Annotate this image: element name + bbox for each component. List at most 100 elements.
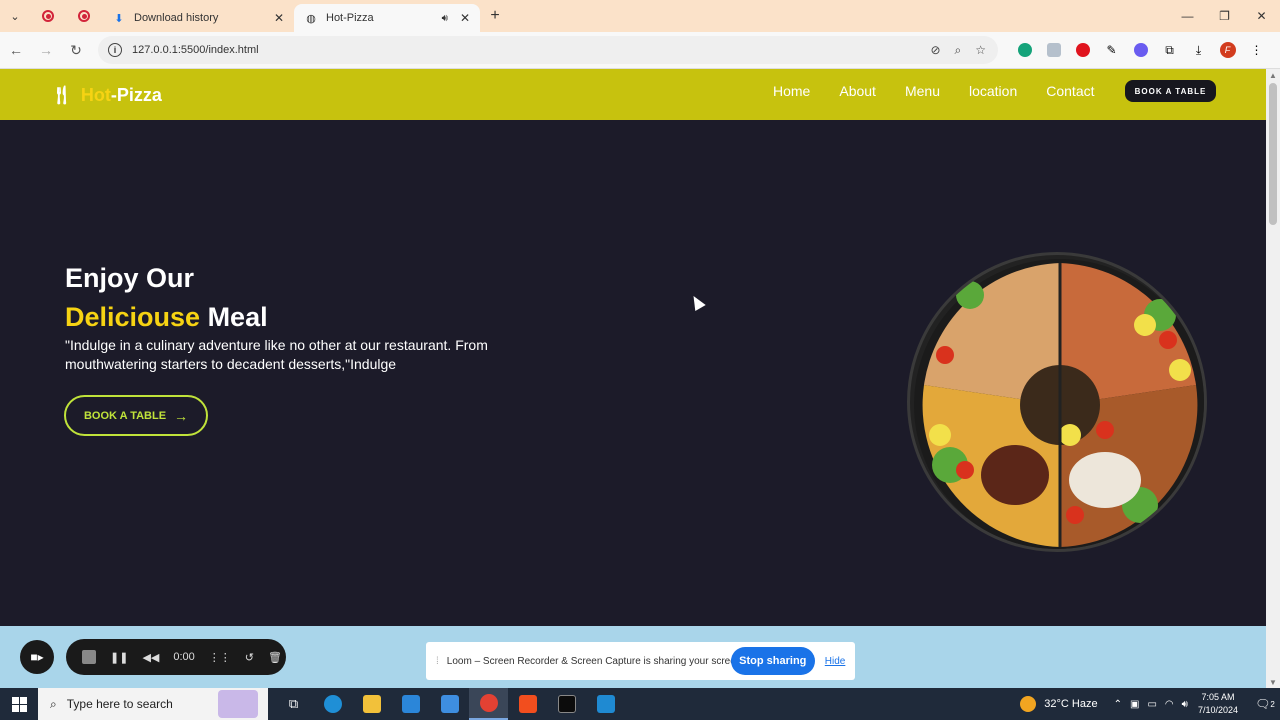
clock-date: 7/10/2024 xyxy=(1197,705,1238,715)
downloads-icon[interactable]: ⤓ xyxy=(1184,36,1213,64)
tab-download-history[interactable]: ⬇ Download history ✕ xyxy=(102,4,294,32)
mail-app[interactable] xyxy=(391,688,430,720)
scroll-down-arrow[interactable]: ▼ xyxy=(1269,678,1277,687)
shield-icon[interactable] xyxy=(1039,36,1068,64)
trash-icon[interactable]: 🗑︎ xyxy=(268,651,282,664)
nav-home[interactable]: Home xyxy=(773,81,810,101)
zoom-icon[interactable]: ⌕ xyxy=(955,43,962,58)
website-viewport: 🍴︎ Hot -Pizza Home About Menu location C… xyxy=(0,69,1266,626)
taskbar-apps: ⧉ xyxy=(274,688,625,720)
hide-notice-link[interactable]: Hide xyxy=(825,656,846,667)
hero-book-table-button[interactable]: BOOK A TABLE → xyxy=(64,395,208,436)
camera-toggle-button[interactable]: ■▸ xyxy=(20,640,54,674)
food-platter-image xyxy=(907,252,1207,552)
pinned-tab-recording-1[interactable] xyxy=(30,0,66,32)
vscode-app[interactable] xyxy=(586,688,625,720)
tab-hot-pizza[interactable]: ◍ Hot-Pizza 🔊︎ ✕ xyxy=(294,4,480,32)
speaker-icon[interactable]: 🔊︎ xyxy=(442,13,448,24)
site-header: 🍴︎ Hot -Pizza Home About Menu location C… xyxy=(0,69,1266,120)
nav-menu[interactable]: Menu xyxy=(905,81,940,101)
extensions-bar: ✎ ⧉ ⤓ F ⋮ xyxy=(1010,36,1271,64)
nav-about[interactable]: About xyxy=(839,81,876,101)
site-info-icon[interactable]: i xyxy=(108,43,122,57)
chevron-up-icon[interactable]: ⌃ xyxy=(1114,699,1122,710)
hero-description: "Indulge in a culinary adventure like no… xyxy=(65,337,488,372)
header-book-table-button[interactable]: BOOK A TABLE xyxy=(1125,80,1216,102)
site-logo[interactable]: 🍴︎ Hot -Pizza xyxy=(50,85,162,106)
drag-handle-icon[interactable]: ⁞ xyxy=(436,656,439,667)
store-app[interactable] xyxy=(430,688,469,720)
stop-sharing-button[interactable]: Stop sharing xyxy=(730,647,815,675)
start-button[interactable] xyxy=(0,688,38,720)
grammarly-icon[interactable] xyxy=(1010,36,1039,64)
back-button[interactable]: ← xyxy=(2,36,30,64)
folder-icon xyxy=(362,695,381,713)
file-explorer-app[interactable] xyxy=(352,688,391,720)
minimize-button[interactable]: — xyxy=(1169,0,1206,32)
tray-icons: ⌃ ▣ ▭ ◠ 🔊︎ xyxy=(1114,699,1188,710)
terminal-icon xyxy=(557,695,576,713)
pause-button[interactable]: ❚❚ xyxy=(110,651,128,664)
reload-button[interactable]: ↻ xyxy=(62,36,90,64)
taskbar-search-box[interactable]: ⌕ Type here to search xyxy=(38,688,268,720)
nav-contact[interactable]: Contact xyxy=(1046,81,1094,101)
page-scrollbar[interactable]: ▲ ▼ xyxy=(1266,69,1280,689)
restart-icon[interactable]: ↺ xyxy=(245,651,254,664)
weather-widget[interactable]: 32°C Haze xyxy=(1020,696,1098,712)
address-bar[interactable]: i 127.0.0.1:5500/index.html ⊘ ⌕ ☆ xyxy=(98,36,998,64)
logo-part1: Hot xyxy=(80,85,111,105)
notification-icon: 🗨︎ xyxy=(1255,697,1271,711)
tab-search-button[interactable]: ⌄ xyxy=(0,0,30,32)
screen-sharing-notice: ⁞ Loom – Screen Recorder & Screen Captur… xyxy=(426,642,855,680)
bookmark-star-icon[interactable]: ☆ xyxy=(975,43,986,58)
eyedropper-icon[interactable]: ✎ xyxy=(1097,36,1126,64)
task-view-button[interactable]: ⧉ xyxy=(274,688,313,720)
volume-icon[interactable]: 🔊︎ xyxy=(1182,699,1188,710)
browser-toolbar: ← → ↻ i 127.0.0.1:5500/index.html ⊘ ⌕ ☆ … xyxy=(0,32,1280,69)
figma-app[interactable] xyxy=(508,688,547,720)
close-tab-icon[interactable]: ✕ xyxy=(460,11,470,25)
scrollbar-thumb[interactable] xyxy=(1269,83,1277,225)
url-text: 127.0.0.1:5500/index.html xyxy=(132,44,259,56)
edge-icon xyxy=(323,695,342,713)
opera-icon[interactable] xyxy=(1068,36,1097,64)
hero-highlight: Deliciouse xyxy=(65,302,201,332)
globe-icon: ◍ xyxy=(306,12,316,25)
weather-sun-icon xyxy=(1020,696,1037,712)
restore-button[interactable]: ❐ xyxy=(1206,0,1243,32)
site-nav: Home About Menu location Contact xyxy=(773,81,1124,101)
notification-count: 2 xyxy=(1270,699,1275,709)
drawing-grid-icon[interactable]: ⋮⋮ xyxy=(209,651,231,664)
logo-part2: -Pizza xyxy=(110,85,162,105)
chrome-app[interactable] xyxy=(469,688,508,720)
chrome-icon xyxy=(479,694,498,712)
wifi-icon[interactable]: ◠ xyxy=(1165,699,1174,710)
pinned-tab-recording-2[interactable] xyxy=(66,0,102,32)
scroll-up-arrow[interactable]: ▲ xyxy=(1269,71,1277,80)
battery-icon[interactable]: ▭ xyxy=(1147,699,1156,710)
meet-now-icon[interactable]: ▣ xyxy=(1130,699,1139,710)
search-icon: ⌕ xyxy=(50,696,57,711)
nav-location[interactable]: location xyxy=(969,81,1017,101)
close-window-button[interactable]: ✕ xyxy=(1243,0,1280,32)
new-tab-button[interactable]: + xyxy=(480,0,510,32)
rewind-button[interactable]: ◀◀ xyxy=(142,651,159,664)
taskbar-clock[interactable]: 7:05 AM 7/10/2024 xyxy=(1198,691,1238,717)
edge-app[interactable] xyxy=(313,688,352,720)
loom-overlay-area: ■▸ ❚❚ ◀◀ 0:00 ⋮⋮ ↺ 🗑︎ ⁞ Loom – Screen Re… xyxy=(0,626,1266,688)
menu-kebab-icon[interactable]: ⋮ xyxy=(1242,36,1271,64)
close-tab-icon[interactable]: ✕ xyxy=(274,11,284,25)
clock-time: 7:05 AM xyxy=(1201,692,1235,702)
camera-blocked-icon[interactable]: ⊘ xyxy=(930,43,940,58)
task-view-icon: ⧉ xyxy=(288,696,299,711)
extensions-puzzle-icon[interactable]: ⧉ xyxy=(1155,36,1184,64)
stop-recording-button[interactable] xyxy=(82,650,96,664)
forward-button[interactable]: → xyxy=(32,36,60,64)
notification-center-button[interactable]: 🗨︎ 2 xyxy=(1250,697,1280,711)
figma-icon xyxy=(518,695,537,713)
hero-line1: Enjoy Our xyxy=(65,263,195,293)
profile-avatar[interactable]: F xyxy=(1213,36,1242,64)
video-camera-icon: ■▸ xyxy=(30,650,44,664)
terminal-app[interactable] xyxy=(547,688,586,720)
color-picker-icon[interactable] xyxy=(1126,36,1155,64)
